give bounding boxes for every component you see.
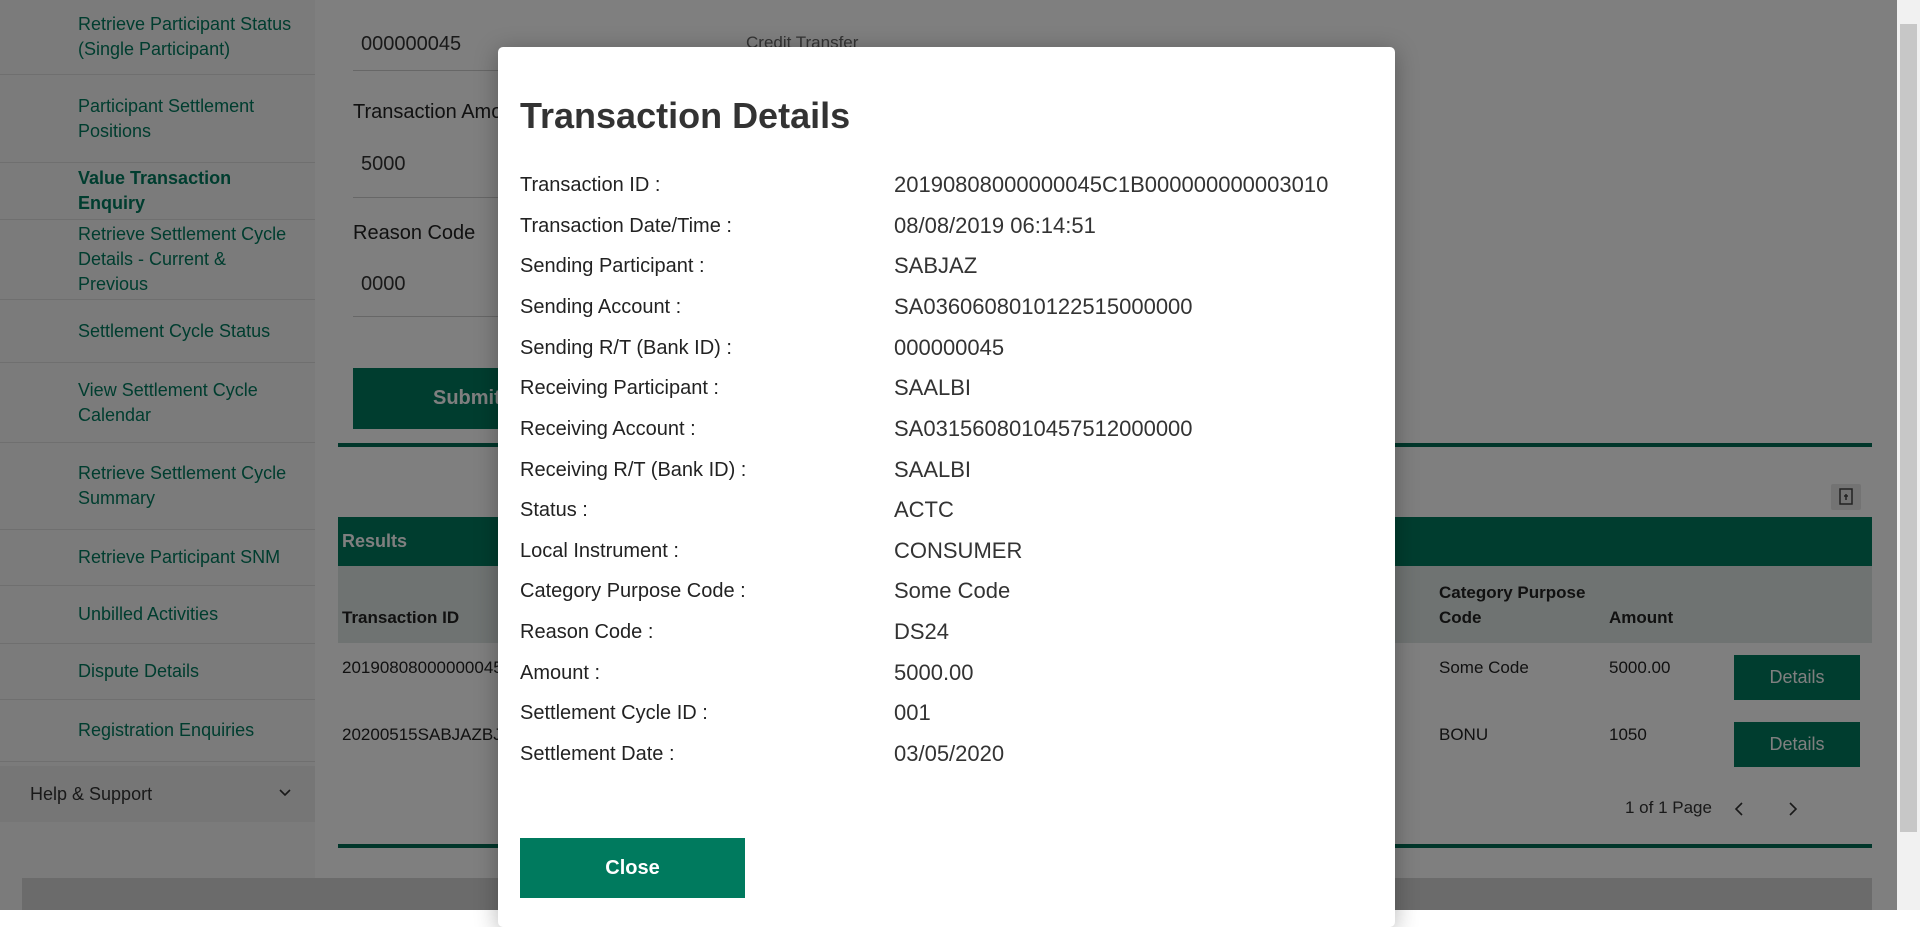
detail-label: Category Purpose Code : — [520, 580, 746, 602]
detail-row-settlement-cycle-id: Settlement Cycle ID : 001 — [520, 700, 1380, 734]
detail-row-amount: Amount : 5000.00 — [520, 660, 1380, 694]
detail-row-reason-code: Reason Code : DS24 — [520, 619, 1380, 653]
detail-label: Transaction Date/Time : — [520, 215, 732, 237]
detail-row-sending-participant: Sending Participant : SABJAZ — [520, 253, 1380, 287]
detail-value: Some Code — [894, 578, 1011, 603]
detail-row-transaction-id: Transaction ID : 20190808000000045C1B000… — [520, 172, 1380, 206]
detail-value: SA0315608010457512000000 — [894, 416, 1193, 441]
detail-value: 001 — [894, 700, 931, 725]
detail-row-sending-rt: Sending R/T (Bank ID) : 000000045 — [520, 335, 1380, 369]
detail-row-transaction-datetime: Transaction Date/Time : 08/08/2019 06:14… — [520, 213, 1380, 247]
modal-title: Transaction Details — [520, 95, 851, 136]
detail-value: 20190808000000045C1B000000000003010 — [894, 172, 1329, 197]
detail-value: CONSUMER — [894, 538, 1023, 563]
detail-value: 000000045 — [894, 335, 1005, 360]
detail-row-receiving-participant: Receiving Participant : SAALBI — [520, 375, 1380, 409]
detail-label: Sending Participant : — [520, 255, 705, 277]
transaction-details-modal: Transaction Details Transaction ID : 201… — [498, 47, 1395, 927]
detail-value: 08/08/2019 06:14:51 — [894, 213, 1096, 238]
detail-label: Receiving Account : — [520, 418, 696, 440]
detail-value: SAALBI — [894, 375, 972, 400]
detail-value: SABJAZ — [894, 253, 978, 278]
detail-row-settlement-date: Settlement Date : 03/05/2020 — [520, 741, 1380, 775]
detail-value: 03/05/2020 — [894, 741, 1005, 766]
detail-label: Status : — [520, 499, 588, 521]
detail-value: ACTC — [894, 497, 954, 522]
scrollbar-thumb[interactable] — [1900, 24, 1917, 832]
detail-value: SAALBI — [894, 457, 972, 482]
detail-label: Local Instrument : — [520, 540, 679, 562]
detail-label: Amount : — [520, 662, 601, 684]
detail-value: DS24 — [894, 619, 950, 644]
detail-row-local-instrument: Local Instrument : CONSUMER — [520, 538, 1380, 572]
detail-label: Reason Code : — [520, 621, 654, 643]
detail-label: Receiving Participant : — [520, 377, 719, 399]
detail-row-receiving-account: Receiving Account : SA031560801045751200… — [520, 416, 1380, 450]
close-button[interactable]: Close — [520, 838, 745, 898]
detail-label: Settlement Cycle ID : — [520, 702, 708, 724]
detail-row-category-purpose-code: Category Purpose Code : Some Code — [520, 578, 1380, 612]
detail-label: Settlement Date : — [520, 743, 675, 765]
detail-label: Transaction ID : — [520, 174, 661, 196]
detail-value: 5000.00 — [894, 660, 974, 685]
detail-label: Sending R/T (Bank ID) : — [520, 337, 732, 359]
detail-row-receiving-rt: Receiving R/T (Bank ID) : SAALBI — [520, 457, 1380, 491]
detail-label: Receiving R/T (Bank ID) : — [520, 459, 747, 481]
detail-row-sending-account: Sending Account : SA03606080101225150000… — [520, 294, 1380, 328]
detail-label: Sending Account : — [520, 296, 682, 318]
detail-value: SA0360608010122515000000 — [894, 294, 1193, 319]
detail-row-status: Status : ACTC — [520, 497, 1380, 531]
